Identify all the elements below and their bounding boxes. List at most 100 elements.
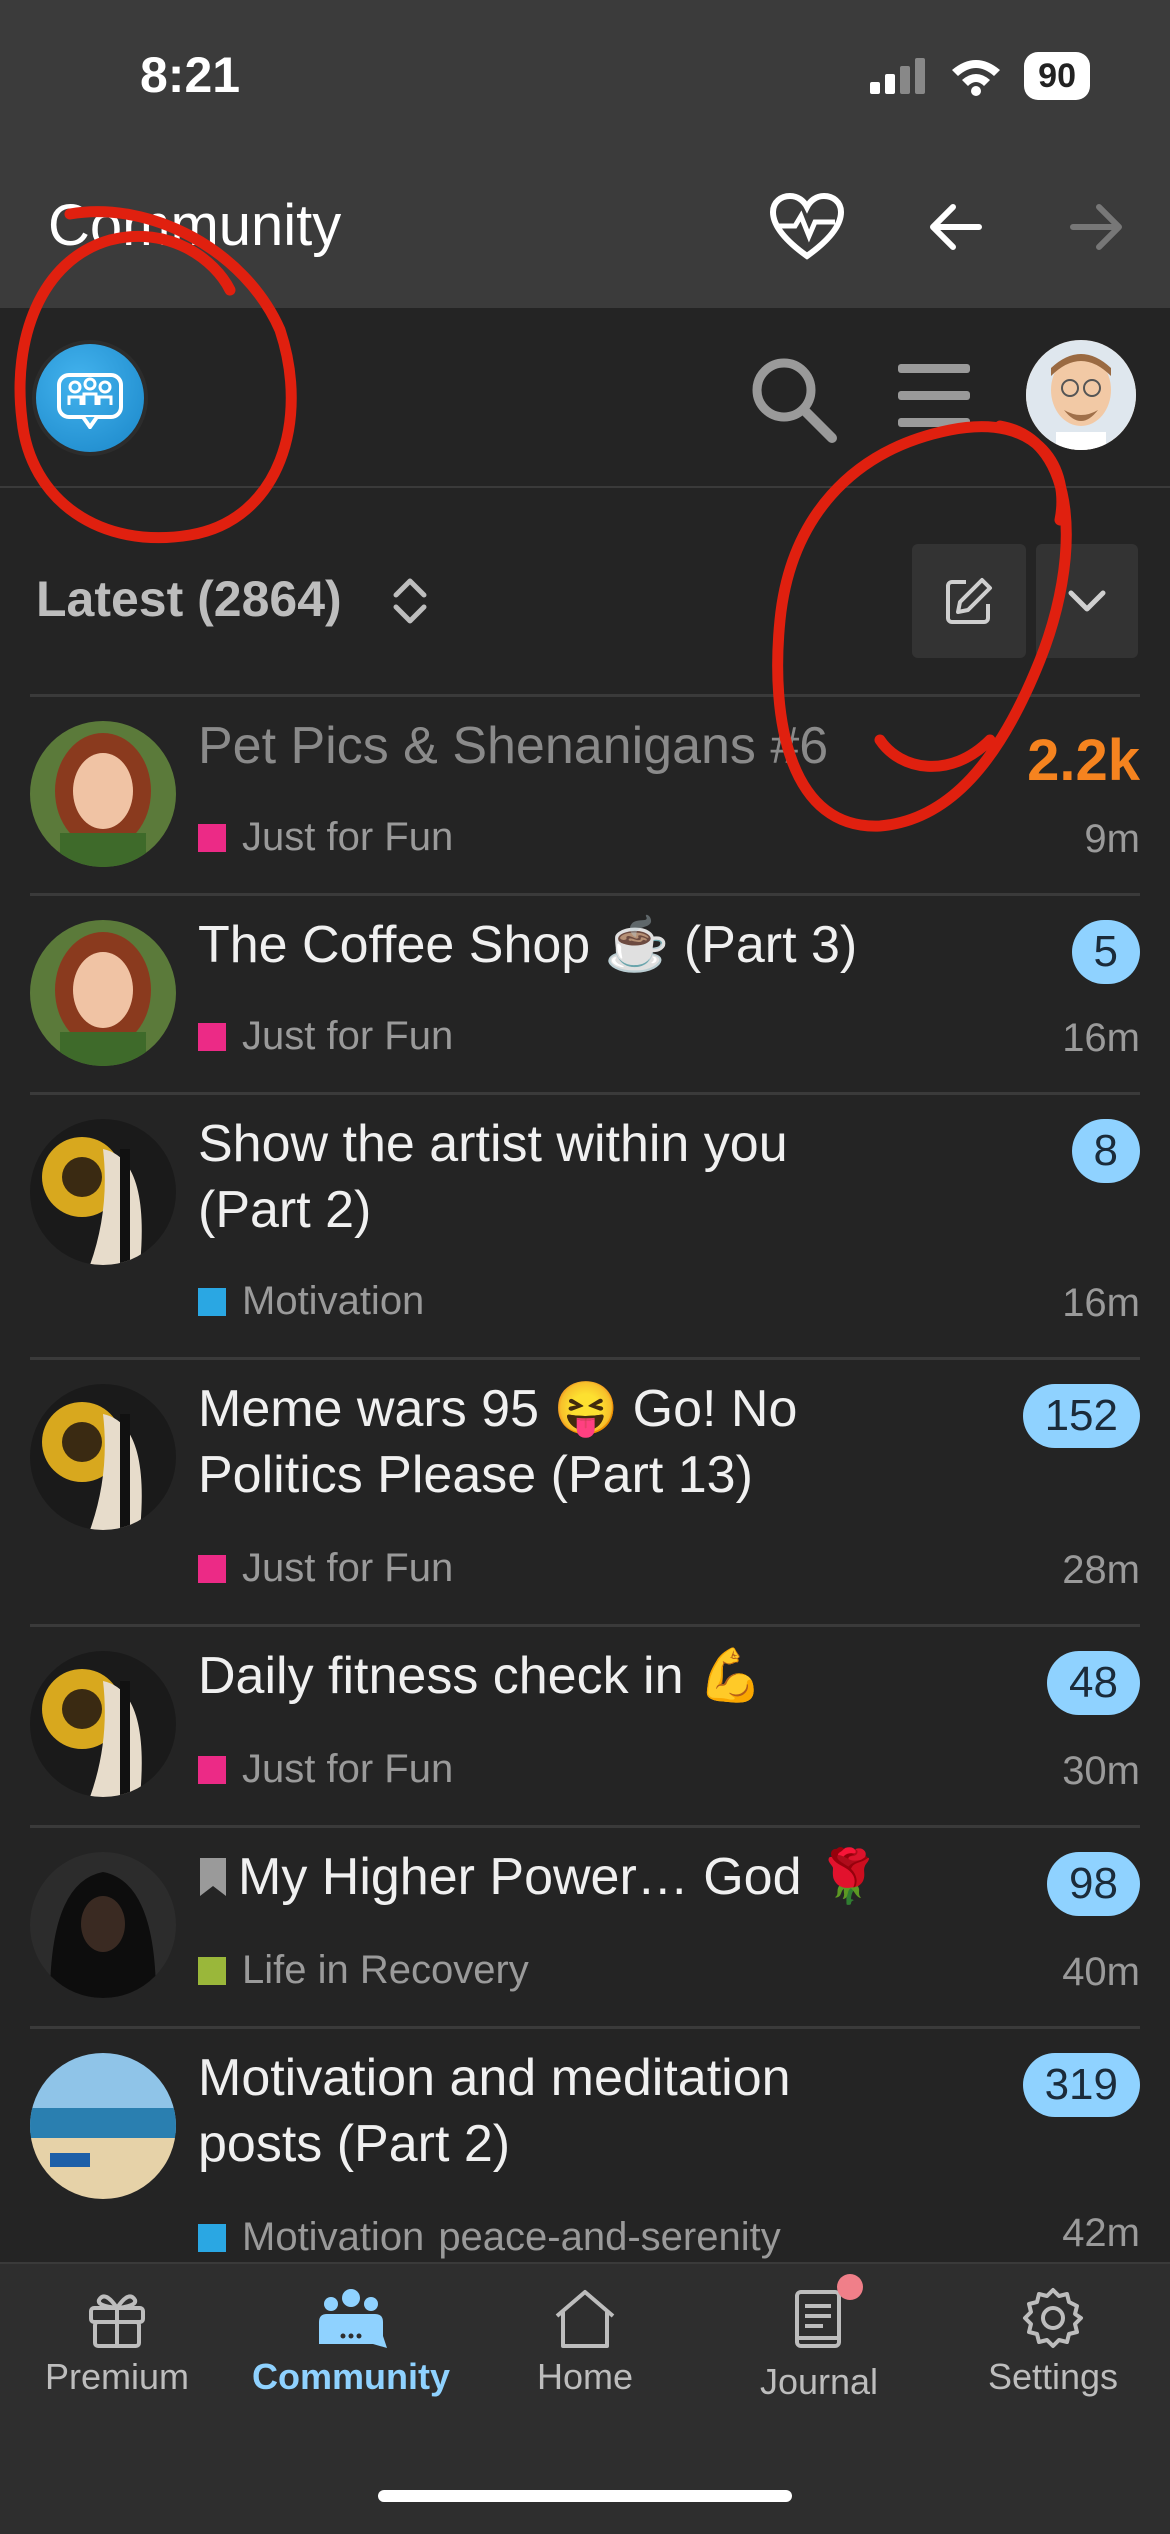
category-label: Motivation xyxy=(242,2215,425,2259)
topic-title-line: posts (Part 2) xyxy=(198,2115,511,2173)
category-label: Motivation xyxy=(242,1279,425,1323)
author-avatar[interactable] xyxy=(30,1852,176,1998)
topic-row[interactable]: Show the artist within you (Part 2) 8 Mo… xyxy=(30,1092,1140,1357)
topic-age: 40m xyxy=(1062,1950,1140,1994)
avatar-hooded-figure-icon xyxy=(30,1852,176,1998)
topic-title-line: (Part 2) xyxy=(198,1181,372,1239)
hamburger-icon xyxy=(898,364,970,427)
community-icon xyxy=(319,2289,387,2348)
topic-category[interactable]: Just for Fun xyxy=(198,815,453,860)
author-avatar[interactable] xyxy=(30,721,176,867)
gift-icon xyxy=(89,2294,145,2348)
tab-label: Journal xyxy=(759,2361,879,2402)
reply-count: 2.2k xyxy=(1027,728,1140,793)
topic-title[interactable]: The Coffee Shop ☕ (Part 3) xyxy=(198,912,857,978)
latest-filter-label[interactable]: Latest (2864) xyxy=(36,570,342,628)
avatar-sunflower-face-icon xyxy=(30,1119,176,1265)
unread-count-badge[interactable]: 8 xyxy=(1071,1119,1140,1183)
topic-tag[interactable]: peace-and-serenity xyxy=(438,2215,780,2260)
tab-label: Community xyxy=(252,2356,450,2397)
search-icon xyxy=(752,358,837,443)
category-label: Just for Fun xyxy=(242,1546,454,1590)
unread-count-badge[interactable]: 5 xyxy=(1071,920,1140,984)
unread-count-badge[interactable]: 319 xyxy=(1022,2053,1140,2117)
author-avatar[interactable] xyxy=(30,1384,176,1530)
hamburger-menu-button[interactable] xyxy=(894,356,974,436)
forward-button[interactable] xyxy=(1052,182,1142,272)
journal-icon-wrap xyxy=(789,2274,863,2355)
author-avatar[interactable] xyxy=(30,1119,176,1265)
topic-category[interactable]: Life in Recovery xyxy=(198,1948,529,1993)
search-button[interactable] xyxy=(748,354,838,444)
category-label: Life in Recovery xyxy=(242,1948,529,1992)
topic-row[interactable]: Daily fitness check in 💪 48 Just for Fun… xyxy=(30,1624,1140,1825)
author-avatar[interactable] xyxy=(30,920,176,1066)
heartbeat-icon xyxy=(769,192,845,260)
sort-toggle[interactable] xyxy=(390,573,440,629)
topic-title[interactable]: Meme wars 95 😝 Go! No Politics Please (P… xyxy=(198,1376,797,1508)
tab-label: Settings xyxy=(987,2356,1119,2397)
home-indicator xyxy=(378,2490,792,2502)
topic-category[interactable]: Motivation xyxy=(198,1279,424,1324)
category-label: Just for Fun xyxy=(242,1014,454,1058)
category-color-square xyxy=(198,823,226,852)
user-avatar[interactable] xyxy=(1026,340,1136,450)
topic-title[interactable]: My Higher Power… God 🌹 xyxy=(198,1844,881,1910)
topic-title[interactable]: Daily fitness check in 💪 xyxy=(198,1643,763,1709)
author-avatar[interactable] xyxy=(30,2053,176,2199)
unread-count-badge[interactable]: 98 xyxy=(1047,1852,1140,1916)
tab-home[interactable]: Home xyxy=(468,2286,702,2398)
new-topic-button[interactable] xyxy=(912,544,1026,658)
topic-age: 28m xyxy=(1062,1548,1140,1592)
topic-category[interactable]: Just for Fun xyxy=(198,1014,453,1059)
unread-count-badge[interactable]: 48 xyxy=(1047,1651,1140,1715)
gear-icon xyxy=(1023,2288,1083,2348)
category-color-square xyxy=(198,1287,226,1316)
category-label: Just for Fun xyxy=(242,1747,454,1791)
arrow-right-icon xyxy=(1070,204,1122,250)
topic-title-line: Show the artist within you xyxy=(198,1115,788,1173)
topic-age: 16m xyxy=(1062,1281,1140,1325)
topic-row[interactable]: My Higher Power… God 🌹 98 Life in Recove… xyxy=(30,1825,1140,2026)
tab-premium[interactable]: Premium xyxy=(0,2286,234,2398)
category-color-square xyxy=(198,2223,226,2252)
topic-title[interactable]: Motivation and meditation posts (Part 2) xyxy=(198,2045,791,2177)
topic-title[interactable]: Show the artist within you (Part 2) xyxy=(198,1111,788,1243)
status-time: 8:21 xyxy=(140,47,241,103)
health-heart-button[interactable] xyxy=(762,182,852,272)
topic-row[interactable]: Meme wars 95 😝 Go! No Politics Please (P… xyxy=(30,1357,1140,1624)
arrow-left-icon xyxy=(930,204,982,250)
compose-icon xyxy=(946,578,992,624)
cellular-signal-icon xyxy=(870,58,926,94)
topic-category[interactable]: Just for Fun xyxy=(198,1747,453,1792)
topic-age: 30m xyxy=(1062,1749,1140,1793)
topic-age: 42m xyxy=(1062,2211,1140,2255)
chevron-up-down-icon xyxy=(393,578,427,624)
topic-row[interactable]: Pet Pics & Shenanigans #6 2.2k Just for … xyxy=(30,694,1140,893)
unread-count-badge[interactable]: 152 xyxy=(1022,1384,1140,1448)
topic-age: 16m xyxy=(1062,1016,1140,1060)
forum-logo[interactable] xyxy=(32,340,148,456)
battery-indicator: 90 xyxy=(1024,52,1090,100)
new-topic-dropdown[interactable] xyxy=(1036,544,1138,658)
wifi-icon xyxy=(952,60,1001,96)
topic-category[interactable]: Motivation peace-and-serenity xyxy=(198,2215,781,2260)
topic-title[interactable]: Pet Pics & Shenanigans #6 xyxy=(198,713,828,779)
notification-dot xyxy=(837,2274,863,2300)
tab-journal[interactable]: Journal xyxy=(702,2274,936,2403)
topic-row[interactable]: Motivation and meditation posts (Part 2)… xyxy=(30,2026,1140,2269)
avatar-woman-icon xyxy=(30,721,176,867)
avatar-woman-icon xyxy=(30,920,176,1066)
category-color-square xyxy=(198,1755,226,1784)
category-label: Just for Fun xyxy=(242,815,454,859)
back-button[interactable] xyxy=(910,182,1000,272)
avatar-face-icon xyxy=(1026,340,1136,450)
topic-category[interactable]: Just for Fun xyxy=(198,1546,453,1591)
topic-row[interactable]: The Coffee Shop ☕ (Part 3) 5 Just for Fu… xyxy=(30,893,1140,1092)
tab-label: Home xyxy=(536,2356,634,2397)
tab-settings[interactable]: Settings xyxy=(936,2286,1170,2398)
tab-community[interactable]: Community xyxy=(234,2286,468,2398)
chevron-down-icon xyxy=(1068,590,1106,612)
topic-list: Pet Pics & Shenanigans #6 2.2k Just for … xyxy=(30,694,1140,2269)
author-avatar[interactable] xyxy=(30,1651,176,1797)
